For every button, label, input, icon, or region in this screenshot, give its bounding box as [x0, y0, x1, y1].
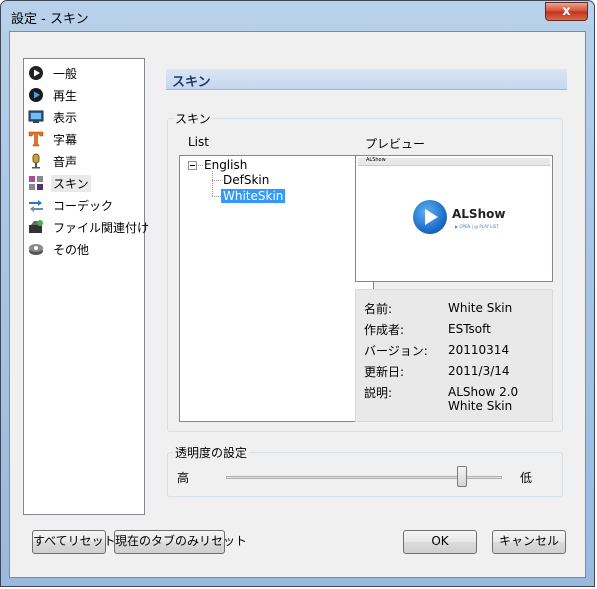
nav-item-audio[interactable]: 音声	[26, 151, 142, 171]
preview-window-title: ALShow	[366, 157, 386, 163]
info-value-description: ALShow 2.0 White Skin	[448, 385, 519, 413]
nav-item-label: コーデック	[53, 199, 114, 213]
info-value-name: White Skin	[448, 301, 513, 315]
nav-item-playback[interactable]: 再生	[26, 85, 142, 105]
transparency-slider-thumb[interactable]	[457, 466, 467, 487]
preview-label: プレビュー	[365, 137, 426, 151]
tree-node-defskin[interactable]: DefSkin	[223, 173, 269, 187]
nav-item-display[interactable]: 表示	[26, 107, 142, 127]
info-value-updated: 2011/3/14	[448, 364, 510, 378]
info-value-version: 20110314	[448, 343, 510, 357]
section-header: スキン	[166, 69, 567, 90]
skin-group-legend: スキン	[173, 110, 213, 127]
skin-tree[interactable]: English DefSkin WhiteSkin	[179, 155, 374, 422]
codec-icon	[29, 200, 43, 212]
nav-item-codec[interactable]: コーデック	[26, 195, 142, 215]
skin-palette-icon	[29, 176, 43, 190]
tree-node-root[interactable]: English	[204, 158, 247, 172]
nav-item-label: 字幕	[53, 133, 78, 147]
nav-item-subtitles[interactable]: 字幕	[26, 129, 142, 149]
info-key-name: 名前:	[364, 302, 393, 316]
tree-connector-line	[212, 171, 213, 196]
collapse-toggle-icon[interactable]	[188, 161, 197, 170]
transparency-low-label: 低	[520, 471, 533, 485]
preview-links: ▶ OPEN | ▤ PLAY LIST	[455, 224, 499, 229]
reset-all-button[interactable]: すべてリセット	[32, 530, 116, 554]
tree-node-whiteskin[interactable]: WhiteSkin	[221, 189, 286, 203]
info-key-description: 説明:	[364, 386, 393, 400]
ok-button[interactable]: OK	[403, 530, 477, 554]
nav-item-label: スキン	[51, 175, 91, 192]
monitor-icon	[28, 110, 44, 123]
preview-logo-icon	[413, 200, 447, 234]
text-t-icon	[28, 131, 44, 147]
misc-gear-icon	[29, 244, 43, 255]
nav-item-skin[interactable]: スキン	[26, 173, 142, 193]
title-bar[interactable]: 設定 - スキン x	[1, 1, 594, 31]
cancel-button[interactable]: キャンセル	[492, 530, 566, 554]
settings-category-list: 一般 再生 表示 字幕 音声 スキン コーデック ファイル関連付け その他	[23, 58, 149, 515]
nav-item-label: 表示	[53, 111, 78, 125]
section-title: スキン	[172, 75, 211, 90]
dialog-client-area: 一般 再生 表示 字幕 音声 スキン コーデック ファイル関連付け その他 スキ…	[9, 31, 586, 578]
nav-item-label: 一般	[53, 67, 78, 81]
tree-connector-line	[212, 196, 221, 197]
skin-preview: ALShow ALShow ▶ OPEN | ▤ PLAY LIST	[355, 155, 553, 282]
info-key-version: バージョン:	[364, 344, 428, 358]
info-key-author: 作成者:	[364, 323, 405, 337]
play-disc-icon	[29, 66, 43, 80]
tree-connector-line	[198, 165, 203, 166]
reset-current-tab-button[interactable]: 現在のタブのみリセット	[114, 530, 247, 554]
nav-item-label: 再生	[53, 89, 78, 103]
close-button[interactable]: x	[545, 2, 588, 21]
nav-item-label: その他	[53, 243, 90, 257]
nav-item-label: 音声	[53, 155, 78, 169]
play-icon	[29, 88, 43, 102]
nav-item-file-association[interactable]: ファイル関連付け	[26, 217, 149, 237]
microphone-icon	[32, 153, 40, 169]
tree-connector-line	[212, 180, 221, 181]
close-icon: x	[562, 4, 571, 19]
preview-brand: ALShow	[452, 207, 506, 221]
transparency-legend: 透明度の設定	[173, 444, 250, 461]
transparency-high-label: 高	[177, 471, 190, 485]
nav-item-label: ファイル関連付け	[53, 221, 150, 235]
skin-info-panel: 名前: White Skin 作成者: ESTsoft バージョン: 20110…	[355, 289, 553, 422]
file-association-icon	[29, 220, 43, 233]
info-key-updated: 更新日:	[364, 365, 405, 379]
preview-titlebar: ALShow	[358, 157, 550, 166]
nav-item-general[interactable]: 一般	[26, 63, 142, 83]
info-value-author: ESTsoft	[448, 322, 491, 336]
list-label: List	[188, 135, 209, 149]
settings-window: 設定 - スキン x 一般 再生 表示 字幕 音声 スキン コーデック ファイル…	[0, 0, 595, 587]
nav-item-other[interactable]: その他	[26, 239, 142, 259]
window-title: 設定 - スキン	[11, 12, 89, 27]
